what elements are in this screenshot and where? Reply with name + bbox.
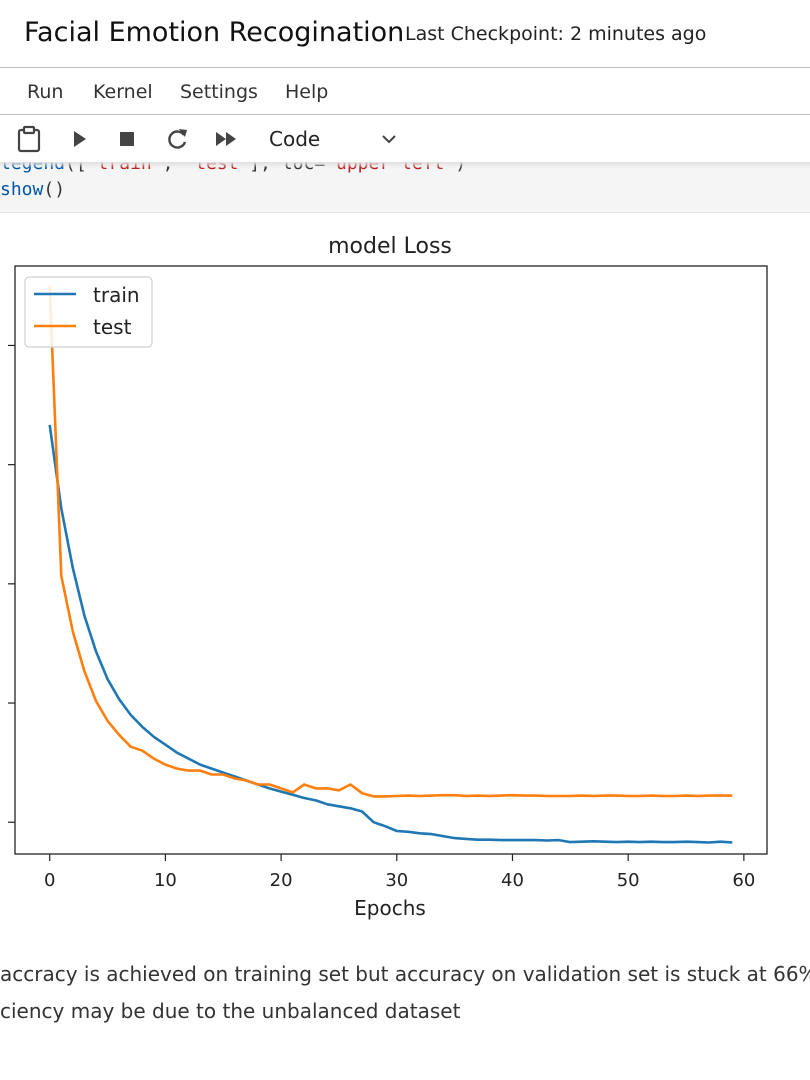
series-lines — [48, 285, 733, 844]
markdown-line-1: accracy is achieved on training set but … — [0, 962, 810, 986]
x-tick-label: 30 — [385, 870, 408, 891]
toolbar-shadow — [0, 162, 810, 168]
notebook-header: Facial Emotion Recogination Last Checkpo… — [0, 0, 810, 68]
stop-icon[interactable] — [112, 124, 142, 154]
restart-icon[interactable] — [162, 124, 192, 154]
menu-bar: Run Kernel Settings Help — [0, 69, 810, 115]
x-tick-label: 40 — [501, 870, 524, 891]
menu-kernel[interactable]: Kernel — [93, 81, 153, 103]
legend: train test — [24, 276, 153, 348]
menu-settings[interactable]: Settings — [180, 81, 258, 103]
fast-forward-icon[interactable] — [211, 124, 241, 154]
x-tick-label: 0 — [44, 870, 55, 891]
notebook-title[interactable]: Facial Emotion Recogination — [24, 17, 404, 48]
x-axis-label: Epochs — [354, 896, 426, 920]
loss-chart: model Loss 0 10 20 30 40 50 60 train test Epoc… — [8, 234, 768, 920]
cell-type-select[interactable]: Code — [269, 127, 320, 151]
x-tick-label: 60 — [732, 870, 755, 891]
code-line-show: show() — [0, 179, 66, 200]
series-line-train — [48, 424, 733, 844]
menu-help[interactable]: Help — [285, 81, 328, 103]
menu-divider — [0, 114, 810, 115]
axis-ticks: 0 10 20 30 40 50 60 — [8, 344, 755, 891]
header-divider — [0, 67, 810, 68]
plot-frame — [14, 265, 768, 855]
series-line-test — [48, 285, 733, 798]
legend-label-test: test — [93, 315, 132, 339]
run-icon[interactable] — [64, 124, 94, 154]
checkpoint-status: Last Checkpoint: 2 minutes ago — [405, 23, 707, 45]
markdown-line-2: ciency may be due to the unbalanced data… — [0, 999, 461, 1023]
x-tick-label: 10 — [154, 870, 177, 891]
chart-title: model Loss — [328, 234, 452, 259]
clipboard-icon[interactable] — [14, 124, 44, 154]
menu-run[interactable]: Run — [27, 81, 63, 103]
code-cell[interactable]: legend(['train', 'test'], loc='upper lef… — [0, 162, 810, 213]
chevron-down-icon[interactable] — [380, 130, 398, 148]
legend-label-train: train — [93, 283, 140, 307]
notebook-toolbar — [0, 116, 810, 162]
x-tick-label: 50 — [617, 870, 640, 891]
x-tick-label: 20 — [270, 870, 293, 891]
